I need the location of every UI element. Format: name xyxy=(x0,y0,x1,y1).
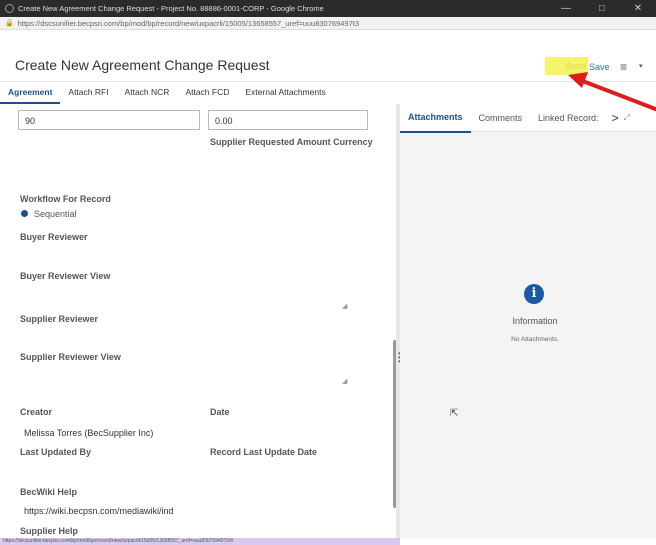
tab-comments[interactable]: Comments xyxy=(471,104,531,132)
info-icon: i xyxy=(524,284,544,304)
info-title: Information xyxy=(512,316,558,326)
tab-external-attachments[interactable]: External Attachments xyxy=(237,82,333,104)
field1-input[interactable]: 90 xyxy=(18,110,200,130)
chrome-icon xyxy=(5,4,14,13)
attachments-panel: Attachments Comments Linked Record: > ⤢ … xyxy=(400,104,656,538)
resize-handle-icon[interactable]: ◢ xyxy=(342,302,347,310)
buyer-reviewer-label: Buyer Reviewer xyxy=(20,232,88,242)
form-panel: 90 0.00 Supplier Requested Amount Curren… xyxy=(0,104,396,538)
chevron-down-icon[interactable]: ▾ xyxy=(639,62,643,70)
form-tabs: Agreement Attach RFI Attach NCR Attach F… xyxy=(0,82,400,104)
tab-attachments[interactable]: Attachments xyxy=(400,103,471,133)
url-text[interactable]: https://dscsunifier.becpsn.com/bp/mod/bp… xyxy=(18,19,359,28)
last-updated-by-label: Last Updated By xyxy=(20,447,92,457)
tab-attach-ncr[interactable]: Attach NCR xyxy=(117,82,178,104)
creator-label: Creator xyxy=(20,407,53,417)
annotation-arrow-icon xyxy=(568,72,656,112)
expand-icon[interactable]: ⤢ xyxy=(624,113,630,123)
supplier-reviewer-label: Supplier Reviewer xyxy=(20,314,99,324)
supplier-reviewer-view-label: Supplier Reviewer View xyxy=(20,352,121,362)
browser-titlebar: Create New Agreement Change Request - Pr… xyxy=(0,0,656,17)
no-attachments-text: No Attachments. xyxy=(511,336,559,343)
status-bar-url: https://dscsunifier.becpsn.com/bp/mod/bp… xyxy=(0,538,400,545)
sequential-radio[interactable] xyxy=(21,210,28,217)
minimize-button[interactable]: — xyxy=(548,0,584,17)
tab-attach-fcd[interactable]: Attach FCD xyxy=(177,82,237,104)
page-title: Create New Agreement Change Request xyxy=(15,57,270,73)
page-header: Create New Agreement Change Request Send… xyxy=(0,30,656,82)
maximize-button[interactable]: □ xyxy=(584,0,620,17)
becwiki-link[interactable]: https://wiki.becpsn.com/mediawiki/ind xyxy=(24,506,174,516)
supplier-help-label: Supplier Help xyxy=(20,526,79,536)
field2-input[interactable]: 0.00 xyxy=(208,110,368,130)
address-bar[interactable]: 🔒 https://dscsunifier.becpsn.com/bp/mod/… xyxy=(0,17,656,30)
date-label: Date xyxy=(210,407,230,417)
tab-attach-rfi[interactable]: Attach RFI xyxy=(60,82,116,104)
mouse-cursor-icon: ⇱ xyxy=(450,408,459,419)
close-button[interactable]: ✕ xyxy=(620,0,656,17)
window-title: Create New Agreement Change Request - Pr… xyxy=(18,4,324,13)
workflow-label: Workflow For Record xyxy=(20,194,111,204)
creator-value: Melissa Torres (BecSupplier Inc) xyxy=(24,428,154,438)
becwiki-label: BecWiki Help xyxy=(20,487,77,497)
supplier-currency-label: Supplier Requested Amount Currency xyxy=(210,137,373,147)
sequential-option-label: Sequential xyxy=(34,209,77,219)
lock-icon: 🔒 xyxy=(5,20,14,27)
record-last-update-label: Record Last Update Date xyxy=(210,447,318,457)
resize-handle-icon[interactable]: ◢ xyxy=(342,377,347,385)
tab-agreement[interactable]: Agreement xyxy=(0,82,61,104)
buyer-reviewer-view-label: Buyer Reviewer View xyxy=(20,271,111,281)
